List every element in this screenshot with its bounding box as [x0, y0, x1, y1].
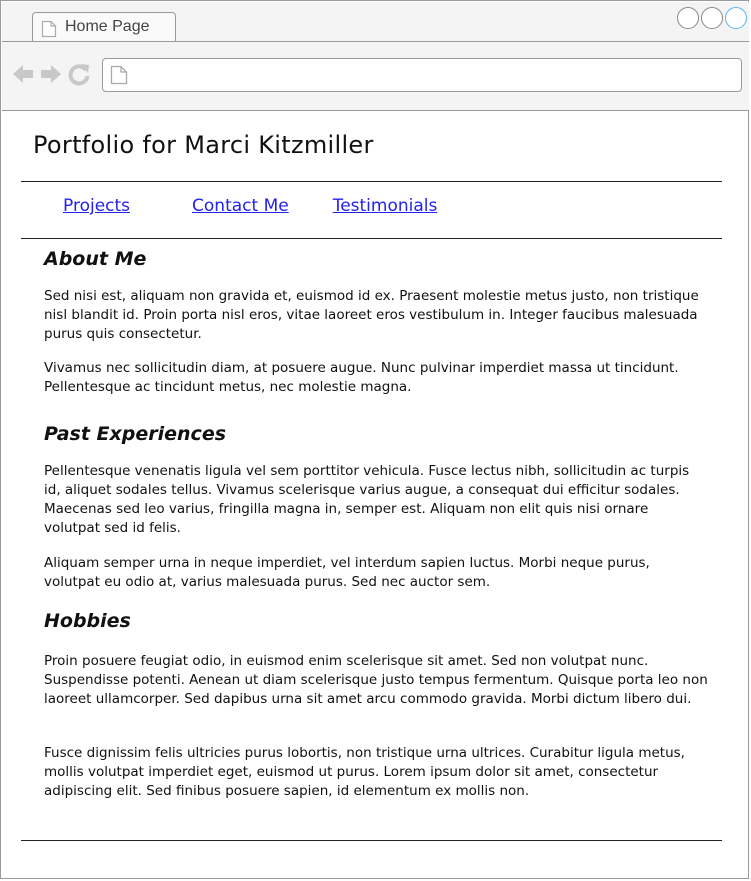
footer-divider — [21, 840, 722, 841]
window-button-icon[interactable] — [725, 7, 747, 29]
window-button-icon[interactable] — [701, 7, 723, 29]
nav-link-contact[interactable]: Contact Me — [192, 196, 289, 216]
navigation-buttons — [11, 62, 91, 90]
window-buttons — [677, 7, 747, 29]
nav-link-testimonials[interactable]: Testimonials — [333, 196, 438, 216]
paragraph: Sed nisi est, aliquam non gravida et, eu… — [44, 288, 699, 342]
paragraph: Vivamus nec sollicitudin diam, at posuer… — [44, 360, 679, 395]
nav-links: Projects Contact Me Testimonials — [63, 196, 437, 216]
paragraph: Proin posuere feugiat odio, in euismod e… — [44, 653, 708, 707]
divider — [21, 181, 722, 182]
divider — [21, 238, 722, 239]
section-heading-hobbies: Hobbies — [44, 610, 131, 632]
page-icon — [41, 20, 57, 42]
tabstrip-divider — [2, 41, 749, 42]
browser-chrome: Home Page — [2, 2, 749, 111]
back-arrow-icon[interactable] — [11, 62, 35, 90]
nav-link-projects[interactable]: Projects — [63, 196, 130, 216]
forward-arrow-icon[interactable] — [39, 62, 63, 90]
window-button-icon[interactable] — [677, 7, 699, 29]
section-heading-about: About Me — [44, 248, 147, 270]
browser-tab[interactable]: Home Page — [32, 12, 176, 42]
reload-icon[interactable] — [67, 62, 91, 90]
page-icon — [110, 65, 128, 89]
address-bar[interactable] — [102, 58, 742, 92]
browser-window: Home Page Portfolio for Marci Kitzmiller… — [0, 0, 749, 879]
page-title: Portfolio for Marci Kitzmiller — [33, 131, 374, 159]
paragraph: Fusce dignissim felis ultricies purus lo… — [44, 745, 685, 799]
paragraph: Aliquam semper urna in neque imperdiet, … — [44, 555, 650, 590]
paragraph: Pellentesque venenatis ligula vel sem po… — [44, 463, 690, 536]
tab-title: Home Page — [65, 18, 150, 35]
section-heading-experiences: Past Experiences — [44, 423, 227, 445]
